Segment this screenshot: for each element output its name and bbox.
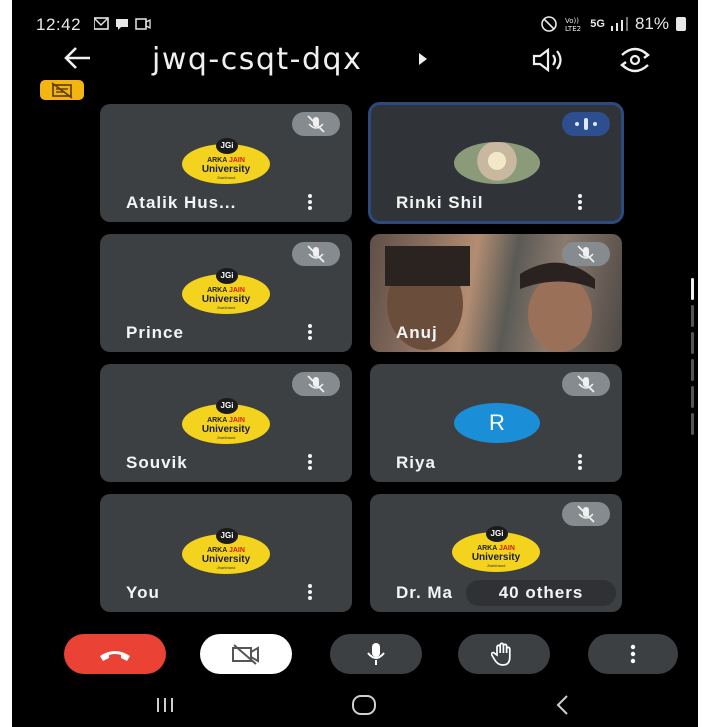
mic-off-icon bbox=[292, 242, 340, 266]
notification-icons bbox=[94, 17, 151, 30]
camera-toggle-button[interactable] bbox=[200, 634, 292, 674]
participant-name: Atalik Hus... bbox=[126, 193, 237, 212]
participant-tile[interactable]: JGi ARKA JAIN University Jharkhand Atali… bbox=[100, 104, 352, 222]
volte-icon: Vo)) LTE2 bbox=[565, 17, 581, 33]
more-vert-icon[interactable] bbox=[308, 584, 312, 600]
dnd-icon bbox=[541, 16, 558, 32]
captions-off-icon[interactable] bbox=[40, 80, 84, 100]
participant-name: Souvik bbox=[126, 453, 188, 472]
more-vert-icon bbox=[630, 644, 636, 664]
recent-apps-icon[interactable] bbox=[150, 690, 180, 720]
participant-tile-video[interactable]: Anuj bbox=[370, 234, 622, 352]
university-logo: JGi ARKA JAIN University Jharkhand bbox=[182, 398, 270, 444]
more-vert-icon[interactable] bbox=[308, 454, 312, 470]
speaking-indicator-icon bbox=[562, 112, 610, 136]
status-right: Vo)) LTE2 5G 81% bbox=[540, 14, 686, 34]
others-count-chip[interactable]: 40 others bbox=[466, 580, 616, 606]
university-logo: JGi ARKA JAIN University Jharkhand bbox=[182, 528, 270, 574]
battery-icon bbox=[676, 17, 686, 31]
initial-avatar: R bbox=[454, 403, 540, 443]
end-call-button[interactable] bbox=[64, 634, 166, 674]
meeting-code[interactable]: jwq-csqt-dqx bbox=[152, 42, 362, 77]
participant-name: Riya bbox=[396, 453, 436, 472]
participant-name: You bbox=[126, 583, 160, 602]
svg-text:LTE2: LTE2 bbox=[565, 25, 581, 33]
participant-name: Prince bbox=[126, 323, 184, 342]
more-vert-icon[interactable] bbox=[578, 454, 582, 470]
participant-tile-self[interactable]: JGi ARKA JAIN University Jharkhand You bbox=[100, 494, 352, 612]
nav-back-icon[interactable] bbox=[548, 690, 578, 720]
participant-tile[interactable]: R Riya bbox=[370, 364, 622, 482]
switch-camera-icon[interactable] bbox=[617, 44, 653, 76]
status-time: 12:42 bbox=[36, 15, 82, 34]
mic-off-icon bbox=[562, 242, 610, 266]
svg-text:Vo)): Vo)) bbox=[565, 17, 579, 25]
network-type: 5G bbox=[590, 18, 605, 30]
more-vert-icon[interactable] bbox=[578, 194, 582, 210]
mic-off-icon bbox=[562, 372, 610, 396]
mic-off-icon bbox=[292, 112, 340, 136]
more-vert-icon[interactable] bbox=[308, 194, 312, 210]
more-vert-icon[interactable] bbox=[308, 324, 312, 340]
home-icon[interactable] bbox=[349, 690, 379, 720]
raise-hand-button[interactable] bbox=[458, 634, 550, 674]
battery-percent: 81% bbox=[634, 14, 669, 33]
university-logo: JGi ARKA JAIN University Jharkhand bbox=[182, 268, 270, 314]
back-arrow-icon[interactable] bbox=[62, 42, 94, 74]
microphone-button[interactable] bbox=[330, 634, 422, 674]
call-header: jwq-csqt-dqx bbox=[12, 36, 698, 84]
profile-photo bbox=[454, 142, 540, 184]
mic-off-icon bbox=[562, 502, 610, 526]
meeting-details-caret-icon[interactable] bbox=[419, 53, 427, 65]
signal-icon bbox=[610, 17, 628, 31]
mic-off-icon bbox=[292, 372, 340, 396]
scroll-indicator[interactable] bbox=[691, 278, 695, 444]
phone-screen: 12:42 Vo)) LTE2 5G 81% jwq-csqt-dqx JGi … bbox=[12, 0, 698, 727]
video-off-icon bbox=[232, 644, 259, 665]
university-logo: JGi ARKA JAIN University Jharkhand bbox=[452, 526, 540, 572]
participant-tile-active-speaker[interactable]: Rinki Shil bbox=[368, 102, 624, 224]
mic-icon bbox=[367, 643, 385, 665]
participant-name: Dr. Ma bbox=[396, 583, 454, 602]
hang-up-icon bbox=[100, 651, 130, 661]
more-options-button[interactable] bbox=[588, 634, 678, 674]
speaker-icon[interactable] bbox=[530, 46, 566, 74]
university-logo: JGi ARKA JAIN University Jharkhand bbox=[182, 138, 270, 184]
participant-name: Anuj bbox=[396, 323, 438, 342]
raise-hand-icon bbox=[491, 642, 511, 666]
participant-tile[interactable]: JGi ARKA JAIN University Jharkhand Souvi… bbox=[100, 364, 352, 482]
participant-tile[interactable]: JGi ARKA JAIN University Jharkhand Princ… bbox=[100, 234, 352, 352]
participant-name: Rinki Shil bbox=[396, 193, 484, 212]
